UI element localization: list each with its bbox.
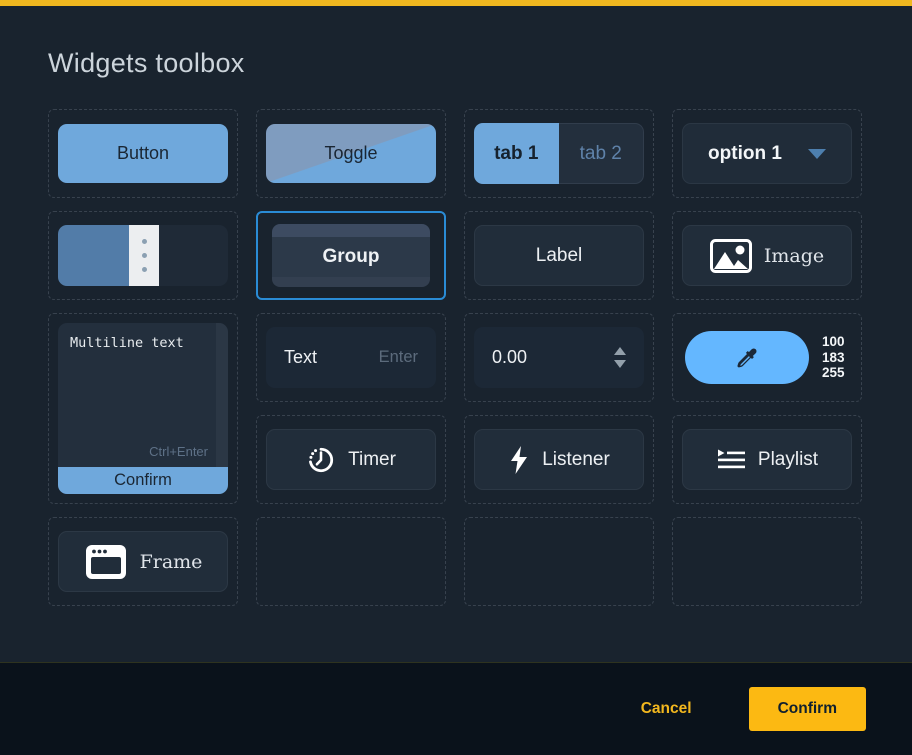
tab-2-inactive[interactable]: tab 2 [559,123,645,184]
widget-cell-playlist[interactable]: Playlist [672,415,862,504]
cancel-button[interactable]: Cancel [641,700,692,718]
widget-cell-listener[interactable]: Listener [464,415,654,504]
image-icon [710,239,752,273]
confirm-button[interactable]: Confirm [749,687,866,731]
handle-dot [142,239,147,244]
playlist-icon [716,448,746,472]
lightning-bolt-icon [508,445,530,475]
select-value: option 1 [708,143,782,165]
listener-label: Listener [542,449,610,471]
multiline-textarea[interactable]: Multiline text Ctrl+Enter [58,323,228,467]
slider-fill [58,225,129,286]
multiline-confirm-button[interactable]: Confirm [58,467,228,494]
select-widget[interactable]: option 1 [682,123,852,184]
widget-cell-timer[interactable]: Timer [256,415,446,504]
empty-cell[interactable] [256,517,446,606]
timer-widget[interactable]: Timer [266,429,436,490]
widget-cell-text-input[interactable]: Text Enter [256,313,446,402]
slider-handle[interactable] [129,225,159,286]
slider-widget[interactable] [58,225,228,286]
tabs-widget: tab 1 tab 2 [474,123,644,184]
handle-dot [142,253,147,258]
widget-cell-select[interactable]: option 1 [672,109,862,198]
group-header-bar [272,224,430,237]
slider-track [159,225,228,286]
page-title: Widgets toolbox [48,48,864,79]
button-widget[interactable]: Button [58,124,228,183]
text-input-value: Text [284,347,317,368]
playlist-label: Playlist [758,449,818,471]
widget-cell-color-picker[interactable]: 100 183 255 [672,313,862,402]
color-swatch-button[interactable] [685,331,809,384]
widget-cell-toggle[interactable]: Toggle [256,109,446,198]
widget-cell-group-selected[interactable]: Group [256,211,446,300]
widget-cell-frame[interactable]: Frame [48,517,238,606]
widget-cell-image[interactable]: Image [672,211,862,300]
empty-cell[interactable] [464,517,654,606]
rgb-green: 183 [822,350,845,366]
color-picker-widget[interactable]: 100 183 255 [682,327,852,388]
eyedropper-icon [735,346,759,370]
widget-cell-slider[interactable] [48,211,238,300]
listener-widget[interactable]: Listener [474,429,644,490]
number-input-widget[interactable]: 0.00 [474,327,644,388]
text-input-widget[interactable]: Text Enter [266,327,436,388]
playlist-widget[interactable]: Playlist [682,429,852,490]
frame-widget[interactable]: Frame [58,531,228,592]
timer-label: Timer [348,449,396,471]
timer-clock-icon [306,445,336,475]
rgb-red: 100 [822,334,845,350]
rgb-values: 100 183 255 [822,334,845,381]
rgb-blue: 255 [822,365,845,381]
step-up-icon[interactable] [614,347,626,355]
number-value: 0.00 [492,347,527,368]
empty-cell[interactable] [672,517,862,606]
chevron-down-icon [808,149,826,159]
image-widget[interactable]: Image [682,225,852,286]
multiline-widget[interactable]: Multiline text Ctrl+Enter Confirm [58,323,228,494]
shortcut-hint: Ctrl+Enter [149,444,208,459]
widget-cell-number[interactable]: 0.00 [464,313,654,402]
widget-cell-multiline[interactable]: Multiline text Ctrl+Enter Confirm [48,313,238,504]
group-widget[interactable]: Group [272,224,430,287]
widgets-grid: Button Toggle tab 1 tab 2 option 1 [48,109,864,606]
text-input-placeholder: Enter [379,348,418,367]
dialog-footer: Cancel Confirm [0,662,912,755]
step-down-icon[interactable] [614,360,626,368]
label-widget[interactable]: Label [474,225,644,286]
group-label: Group [272,237,430,277]
widgets-toolbox-dialog: Widgets toolbox Button Toggle tab 1 tab … [0,6,912,662]
handle-dot [142,267,147,272]
image-label: Image [764,245,824,267]
number-stepper[interactable] [614,347,626,368]
group-footer-bar [272,277,430,287]
toggle-widget[interactable]: Toggle [266,124,436,183]
browser-frame-icon [84,543,128,581]
multiline-value: Multiline text [70,335,184,351]
widget-cell-label[interactable]: Label [464,211,654,300]
scrollbar[interactable] [216,323,228,467]
tab-1-active[interactable]: tab 1 [474,123,559,184]
frame-label: Frame [140,551,203,573]
widget-cell-button[interactable]: Button [48,109,238,198]
widget-cell-tabs[interactable]: tab 1 tab 2 [464,109,654,198]
